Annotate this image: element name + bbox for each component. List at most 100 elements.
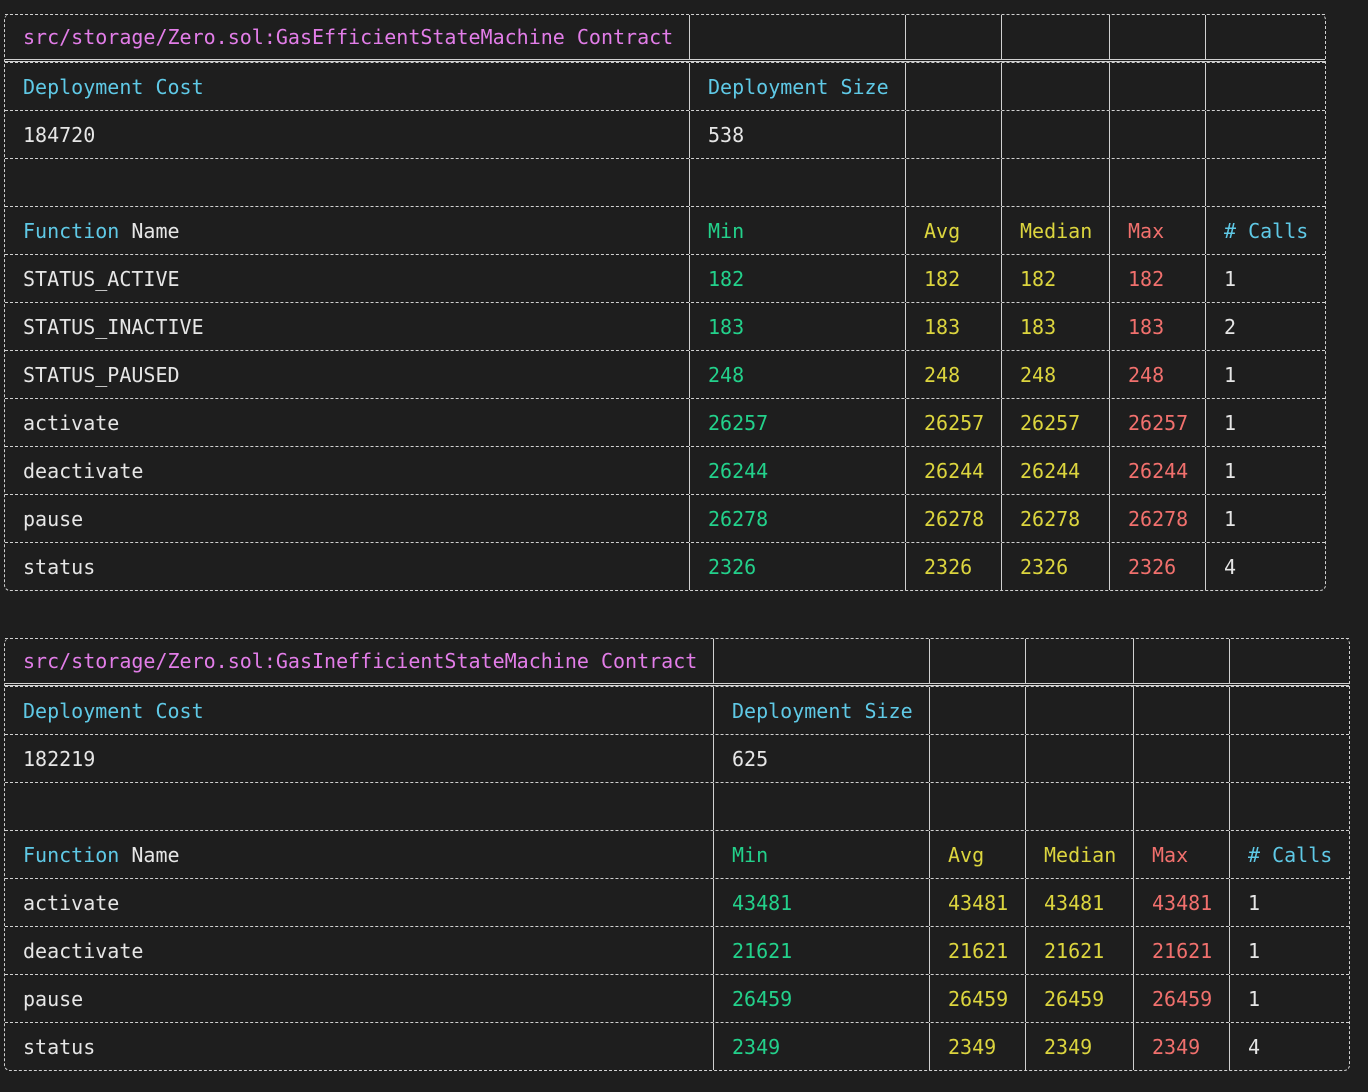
deployment-cost-value: 182219: [23, 746, 96, 771]
empty-cell: [1109, 111, 1205, 158]
table-row: STATUS_ACTIVE 182 182 182 182 1: [5, 254, 1325, 302]
name-header-word: Name: [131, 218, 180, 243]
contract-title-row: src/storage/Zero.sol:GasEfficientStateMa…: [5, 14, 1325, 62]
function-name: STATUS_INACTIVE: [23, 314, 204, 339]
deployment-cost-label: Deployment Cost: [23, 698, 204, 723]
table-row: deactivate 26244 26244 26244 26244 1: [5, 446, 1325, 494]
calls-count: 1: [1205, 351, 1325, 398]
deployment-header-row: Deployment Cost Deployment Size: [5, 62, 1325, 110]
calls-count: 1: [1229, 879, 1349, 926]
table-row: STATUS_INACTIVE 183 183 183 183 2: [5, 302, 1325, 350]
median-gas-value: 26244: [1001, 447, 1109, 494]
function-name: activate: [23, 410, 120, 435]
table-row: pause 26459 26459 26459 26459 1: [5, 974, 1349, 1022]
avg-gas-value: 26257: [905, 399, 1001, 446]
avg-gas-value: 2349: [929, 1023, 1025, 1070]
empty-cell: [1109, 159, 1205, 206]
avg-gas-value: 26244: [905, 447, 1001, 494]
avg-gas-value: 2326: [905, 543, 1001, 590]
calls-header: # Calls: [1205, 207, 1325, 254]
calls-count: 1: [1205, 495, 1325, 542]
empty-cell: [1001, 159, 1109, 206]
min-gas-value: 248: [689, 351, 905, 398]
deployment-cost-label: Deployment Cost: [23, 74, 204, 99]
table-row: activate 26257 26257 26257 26257 1: [5, 398, 1325, 446]
calls-count: 1: [1205, 447, 1325, 494]
avg-gas-value: 26278: [905, 495, 1001, 542]
table-row: status 2326 2326 2326 2326 4: [5, 542, 1325, 590]
empty-cell: [1025, 783, 1133, 830]
deployment-header-row: Deployment Cost Deployment Size: [5, 686, 1349, 734]
empty-cell: [929, 783, 1025, 830]
empty-cell: [5, 159, 689, 206]
empty-cell: [1109, 63, 1205, 110]
max-gas-value: 26459: [1133, 975, 1229, 1022]
function-name: pause: [23, 506, 84, 531]
function-name: STATUS_ACTIVE: [23, 266, 180, 291]
median-gas-value: 183: [1001, 303, 1109, 350]
empty-cell: [905, 15, 1001, 59]
empty-cell: [929, 687, 1025, 734]
table-row: pause 26278 26278 26278 26278 1: [5, 494, 1325, 542]
avg-gas-value: 183: [905, 303, 1001, 350]
table-row: activate 43481 43481 43481 43481 1: [5, 878, 1349, 926]
empty-cell: [1229, 687, 1349, 734]
min-gas-value: 21621: [713, 927, 929, 974]
empty-cell: [1205, 63, 1325, 110]
function-header-word: Function: [23, 842, 120, 867]
min-gas-value: 26459: [713, 975, 929, 1022]
empty-cell: [1229, 735, 1349, 782]
empty-cell: [1205, 111, 1325, 158]
empty-cell: [1229, 639, 1349, 683]
deployment-size-label: Deployment Size: [689, 63, 905, 110]
contract-name: src/storage/Zero.sol:GasEfficientStateMa…: [23, 25, 674, 49]
median-gas-value: 43481: [1025, 879, 1133, 926]
function-header-row: Function Name Min Avg Median Max # Calls: [5, 206, 1325, 254]
spacer-row: [5, 782, 1349, 830]
empty-cell: [1205, 159, 1325, 206]
min-header: Min: [713, 831, 929, 878]
gas-report-table-inefficient: src/storage/Zero.sol:GasInefficientState…: [4, 638, 1350, 1071]
max-gas-value: 21621: [1133, 927, 1229, 974]
deployment-values-row: 184720 538: [5, 110, 1325, 158]
median-gas-value: 26257: [1001, 399, 1109, 446]
max-header: Max: [1133, 831, 1229, 878]
median-gas-value: 26459: [1025, 975, 1133, 1022]
min-gas-value: 43481: [713, 879, 929, 926]
function-name-header: Function Name: [5, 831, 713, 878]
max-gas-value: 183: [1109, 303, 1205, 350]
avg-gas-value: 43481: [929, 879, 1025, 926]
avg-gas-value: 26459: [929, 975, 1025, 1022]
min-gas-value: 26257: [689, 399, 905, 446]
empty-cell: [1001, 63, 1109, 110]
max-gas-value: 26257: [1109, 399, 1205, 446]
calls-count: 1: [1205, 399, 1325, 446]
empty-cell: [1205, 15, 1325, 59]
function-name: pause: [23, 986, 84, 1011]
min-gas-value: 2326: [689, 543, 905, 590]
median-header: Median: [1025, 831, 1133, 878]
empty-cell: [1001, 15, 1109, 59]
median-gas-value: 182: [1001, 255, 1109, 302]
contract-title-row: src/storage/Zero.sol:GasInefficientState…: [5, 638, 1349, 686]
name-header-word: Name: [131, 842, 180, 867]
function-name: activate: [23, 890, 120, 915]
empty-cell: [1133, 687, 1229, 734]
max-gas-value: 2349: [1133, 1023, 1229, 1070]
min-gas-value: 183: [689, 303, 905, 350]
calls-count: 1: [1229, 975, 1349, 1022]
deployment-values-row: 182219 625: [5, 734, 1349, 782]
median-gas-value: 26278: [1001, 495, 1109, 542]
calls-count: 2: [1205, 303, 1325, 350]
deployment-size-label: Deployment Size: [713, 687, 929, 734]
function-name-header: Function Name: [5, 207, 689, 254]
max-gas-value: 182: [1109, 255, 1205, 302]
avg-gas-value: 248: [905, 351, 1001, 398]
gas-report-table-efficient: src/storage/Zero.sol:GasEfficientStateMa…: [4, 14, 1326, 591]
spacer-row: [5, 158, 1325, 206]
deployment-cost-value: 184720: [23, 122, 96, 147]
avg-gas-value: 21621: [929, 927, 1025, 974]
empty-cell: [905, 63, 1001, 110]
max-gas-value: 248: [1109, 351, 1205, 398]
empty-cell: [713, 639, 929, 683]
